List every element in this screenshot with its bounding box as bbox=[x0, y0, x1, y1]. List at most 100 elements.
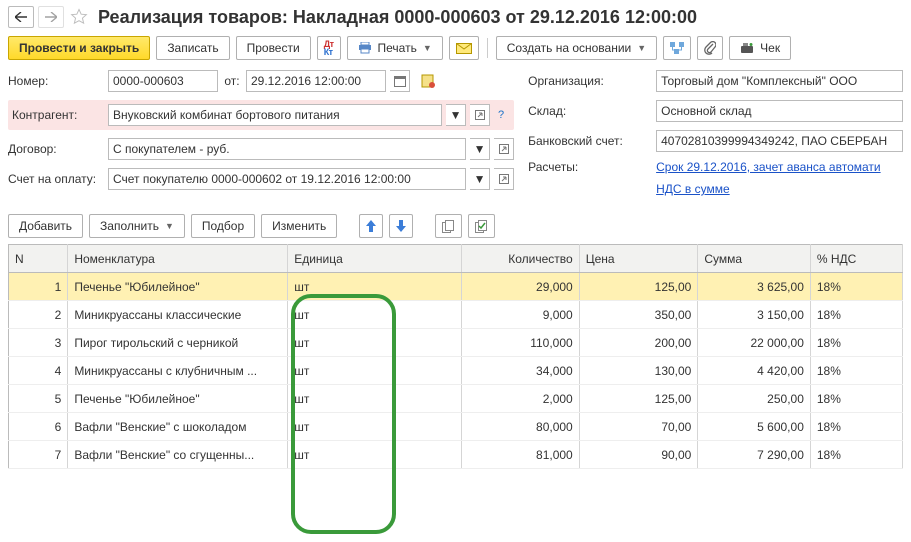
contractor-field[interactable]: Внуковский комбинат бортового питания bbox=[108, 104, 442, 126]
cell-vat[interactable]: 18% bbox=[810, 357, 902, 385]
cell-price[interactable]: 200,00 bbox=[579, 329, 698, 357]
org-field[interactable]: Торговый дом "Комплексный" ООО bbox=[656, 70, 903, 92]
cell-n[interactable]: 6 bbox=[9, 413, 68, 441]
cell-vat[interactable]: 18% bbox=[810, 273, 902, 301]
table-row[interactable]: 5Печенье "Юбилейное"шт2,000125,00250,001… bbox=[9, 385, 903, 413]
cell-n[interactable]: 4 bbox=[9, 357, 68, 385]
cell-sum[interactable]: 5 600,00 bbox=[698, 413, 811, 441]
nav-back-button[interactable] bbox=[8, 6, 34, 28]
number-field[interactable]: 0000-000603 bbox=[108, 70, 218, 92]
table-row[interactable]: 2Миникруассаны классическиешт9,000350,00… bbox=[9, 301, 903, 329]
copy-button[interactable] bbox=[435, 214, 462, 238]
contractor-dropdown-button[interactable]: ▼ bbox=[446, 104, 466, 126]
cell-vat[interactable]: 18% bbox=[810, 385, 902, 413]
cell-price[interactable]: 125,00 bbox=[579, 385, 698, 413]
invoice-open-button[interactable] bbox=[494, 168, 514, 190]
cell-name[interactable]: Пирог тирольский с черникой bbox=[68, 329, 288, 357]
col-header-qty[interactable]: Количество bbox=[462, 245, 580, 273]
cell-n[interactable]: 2 bbox=[9, 301, 68, 329]
contractor-open-button[interactable] bbox=[470, 104, 490, 126]
attach-button[interactable] bbox=[697, 36, 723, 60]
paste-button[interactable] bbox=[468, 214, 495, 238]
dt-kt-button[interactable]: ДтКт bbox=[317, 36, 341, 60]
cell-vat[interactable]: 18% bbox=[810, 441, 902, 469]
extra-doc-icon[interactable] bbox=[420, 74, 436, 88]
structure-button[interactable] bbox=[663, 36, 691, 60]
cell-qty[interactable]: 29,000 bbox=[462, 273, 580, 301]
cell-n[interactable]: 1 bbox=[9, 273, 68, 301]
move-down-button[interactable] bbox=[389, 214, 413, 238]
select-button[interactable]: Подбор bbox=[191, 214, 255, 238]
cell-sum[interactable]: 7 290,00 bbox=[698, 441, 811, 469]
cell-n[interactable]: 7 bbox=[9, 441, 68, 469]
warehouse-field[interactable]: Основной склад bbox=[656, 100, 903, 122]
cell-sum[interactable]: 3 150,00 bbox=[698, 301, 811, 329]
col-header-price[interactable]: Цена bbox=[579, 245, 698, 273]
cell-unit[interactable]: шт bbox=[288, 385, 462, 413]
cell-unit[interactable]: шт bbox=[288, 413, 462, 441]
cell-name[interactable]: Вафли "Венские" со сгущенны... bbox=[68, 441, 288, 469]
cell-sum[interactable]: 4 420,00 bbox=[698, 357, 811, 385]
cell-qty[interactable]: 81,000 bbox=[462, 441, 580, 469]
col-header-vat[interactable]: % НДС bbox=[810, 245, 902, 273]
date-picker-button[interactable] bbox=[390, 70, 410, 92]
bank-field[interactable]: 40702810399994349242, ПАО СБЕРБАН bbox=[656, 130, 903, 152]
cell-qty[interactable]: 80,000 bbox=[462, 413, 580, 441]
cell-name[interactable]: Печенье "Юбилейное" bbox=[68, 273, 288, 301]
cell-unit[interactable]: шт bbox=[288, 273, 462, 301]
cell-price[interactable]: 130,00 bbox=[579, 357, 698, 385]
check-button[interactable]: Чек bbox=[729, 36, 791, 60]
create-based-on-button[interactable]: Создать на основании ▼ bbox=[496, 36, 657, 60]
cell-unit[interactable]: шт bbox=[288, 301, 462, 329]
cell-qty[interactable]: 2,000 bbox=[462, 385, 580, 413]
date-field[interactable]: 29.12.2016 12:00:00 bbox=[246, 70, 386, 92]
col-header-sum[interactable]: Сумма bbox=[698, 245, 811, 273]
write-button[interactable]: Записать bbox=[156, 36, 229, 60]
cell-name[interactable]: Миникруассаны классические bbox=[68, 301, 288, 329]
fill-button[interactable]: Заполнить ▼ bbox=[89, 214, 185, 238]
cell-price[interactable]: 350,00 bbox=[579, 301, 698, 329]
cell-unit[interactable]: шт bbox=[288, 357, 462, 385]
items-table[interactable]: N Номенклатура Единица Количество Цена С… bbox=[8, 244, 903, 469]
vat-in-sum-link[interactable]: НДС в сумме bbox=[656, 182, 730, 196]
contract-dropdown-button[interactable]: ▼ bbox=[470, 138, 490, 160]
contract-open-button[interactable] bbox=[494, 138, 514, 160]
cell-qty[interactable]: 34,000 bbox=[462, 357, 580, 385]
settlements-link[interactable]: Срок 29.12.2016, зачет аванса автомати bbox=[656, 160, 881, 174]
cell-vat[interactable]: 18% bbox=[810, 329, 902, 357]
table-row[interactable]: 4Миникруассаны с клубничным ...шт34,0001… bbox=[9, 357, 903, 385]
cell-price[interactable]: 125,00 bbox=[579, 273, 698, 301]
invoice-dropdown-button[interactable]: ▼ bbox=[470, 168, 490, 190]
add-row-button[interactable]: Добавить bbox=[8, 214, 83, 238]
print-button[interactable]: Печать ▼ bbox=[347, 36, 443, 60]
cell-name[interactable]: Миникруассаны с клубничным ... bbox=[68, 357, 288, 385]
cell-n[interactable]: 5 bbox=[9, 385, 68, 413]
change-button[interactable]: Изменить bbox=[261, 214, 337, 238]
table-row[interactable]: 3Пирог тирольский с черникойшт110,000200… bbox=[9, 329, 903, 357]
email-button[interactable] bbox=[449, 36, 479, 60]
col-header-nomenclature[interactable]: Номенклатура bbox=[68, 245, 288, 273]
cell-unit[interactable]: шт bbox=[288, 329, 462, 357]
cell-price[interactable]: 70,00 bbox=[579, 413, 698, 441]
cell-vat[interactable]: 18% bbox=[810, 413, 902, 441]
contractor-help-button[interactable]: ? bbox=[494, 108, 508, 122]
cell-name[interactable]: Печенье "Юбилейное" bbox=[68, 385, 288, 413]
cell-price[interactable]: 90,00 bbox=[579, 441, 698, 469]
cell-unit[interactable]: шт bbox=[288, 441, 462, 469]
col-header-n[interactable]: N bbox=[9, 245, 68, 273]
cell-n[interactable]: 3 bbox=[9, 329, 68, 357]
cell-name[interactable]: Вафли "Венские" с шоколадом bbox=[68, 413, 288, 441]
cell-qty[interactable]: 110,000 bbox=[462, 329, 580, 357]
cell-sum[interactable]: 22 000,00 bbox=[698, 329, 811, 357]
cell-qty[interactable]: 9,000 bbox=[462, 301, 580, 329]
cell-sum[interactable]: 250,00 bbox=[698, 385, 811, 413]
post-button[interactable]: Провести bbox=[236, 36, 311, 60]
contract-field[interactable]: С покупателем - руб. bbox=[108, 138, 466, 160]
cell-sum[interactable]: 3 625,00 bbox=[698, 273, 811, 301]
favorite-star-icon[interactable] bbox=[68, 6, 90, 28]
invoice-field[interactable]: Счет покупателю 0000-000602 от 19.12.201… bbox=[108, 168, 466, 190]
cell-vat[interactable]: 18% bbox=[810, 301, 902, 329]
table-row[interactable]: 1Печенье "Юбилейное"шт29,000125,003 625,… bbox=[9, 273, 903, 301]
table-row[interactable]: 6Вафли "Венские" с шоколадомшт80,00070,0… bbox=[9, 413, 903, 441]
post-and-close-button[interactable]: Провести и закрыть bbox=[8, 36, 150, 60]
